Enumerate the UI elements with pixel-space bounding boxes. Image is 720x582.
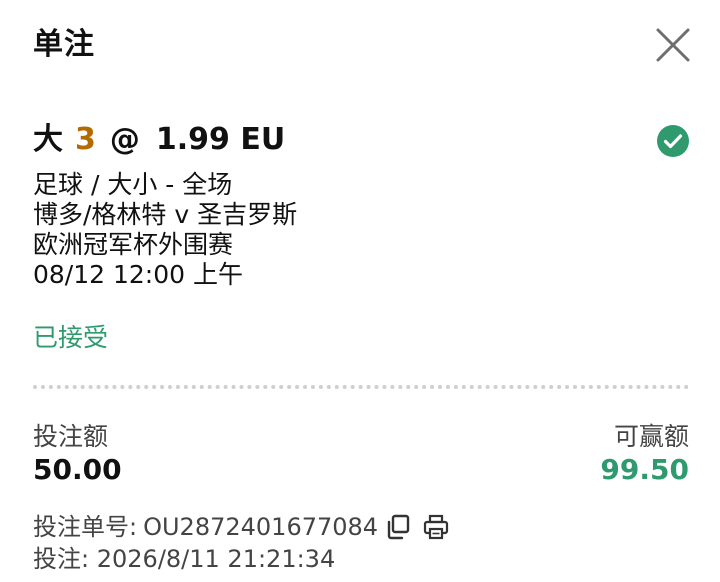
print-icon[interactable] [422, 513, 450, 541]
bet-time-value: 2026/8/11 21:21:34 [96, 545, 336, 573]
stake-label: 投注额 [33, 422, 109, 451]
ticket-number-label: 投注单号: [33, 513, 138, 541]
accepted-check-badge [656, 124, 690, 158]
close-icon[interactable] [652, 24, 694, 66]
odds-value: 1.99 EU [155, 122, 286, 157]
bet-selection-line: 大 3 @1.99 EU [33, 120, 285, 160]
single-bet-screen: 单注 大 3 @1.99 EU 足球 / 大小 - 全场 博多/格林特 v 圣吉罗斯… [0, 0, 720, 582]
line-value: 3 [75, 122, 96, 157]
start-time-text: 08/12 12:00 上午 [33, 260, 243, 289]
bet-time-label: 投注: [33, 545, 90, 573]
ticket-number-row: 投注单号: OU2872401677084 [33, 511, 450, 543]
stake-value: 50.00 [33, 453, 122, 486]
copy-icon[interactable] [384, 513, 412, 541]
close-button[interactable] [652, 24, 694, 66]
status-badge: 已接受 [33, 323, 109, 352]
dotted-divider [33, 385, 689, 389]
bet-details: 足球 / 大小 - 全场 博多/格林特 v 圣吉罗斯 欧洲冠军杯外围赛 08/1… [33, 170, 297, 290]
competition-text: 欧洲冠军杯外围赛 [33, 230, 234, 259]
ticket-number-value: OU2872401677084 [143, 513, 379, 541]
potential-win-label: 可赢额 [613, 422, 689, 451]
check-circle-icon [657, 125, 689, 157]
potential-win-value: 99.50 [600, 453, 689, 486]
bet-time-row: 投注: 2026/8/11 21:21:34 [33, 543, 335, 575]
market-text: 足球 / 大小 - 全场 [33, 170, 233, 199]
page-title: 单注 [33, 27, 95, 62]
print-button[interactable] [422, 513, 450, 541]
at-symbol: @ [109, 122, 140, 157]
copy-button[interactable] [384, 513, 412, 541]
selection-label: 大 [33, 122, 63, 157]
event-text: 博多/格林特 v 圣吉罗斯 [33, 200, 298, 229]
